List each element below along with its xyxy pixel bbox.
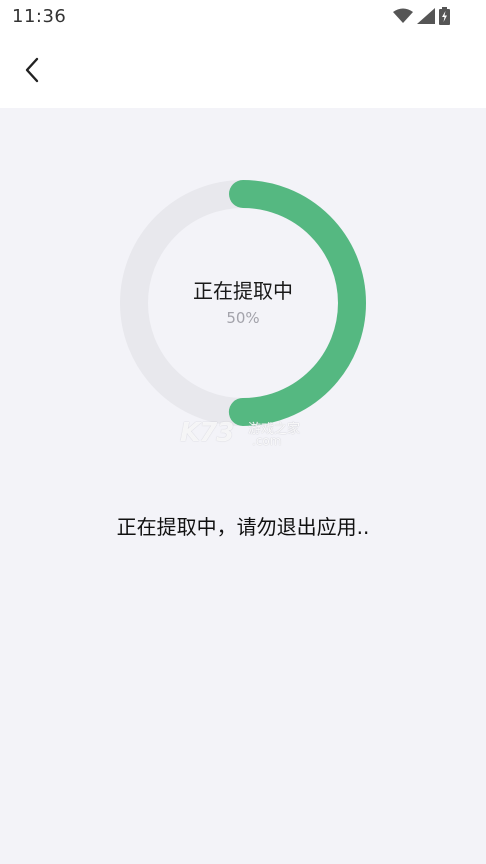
battery-charging-icon (439, 7, 450, 25)
status-icons (393, 6, 450, 26)
progress-percent: 50% (226, 309, 260, 327)
wifi-icon (393, 8, 413, 23)
watermark-brand: K73 (180, 418, 234, 448)
status-time: 11:36 (12, 6, 67, 27)
back-button[interactable] (14, 50, 50, 90)
extraction-progress: 正在提取中 50% (118, 178, 368, 428)
chevron-left-icon (25, 57, 39, 83)
cellular-signal-icon (417, 8, 435, 24)
app-bar (0, 34, 486, 108)
content-area: 正在提取中 50% K73 游戏之家 .com 正在提取中，请勿退出应用.. (0, 108, 486, 864)
status-bar: 11:36 (0, 0, 486, 34)
progress-title: 正在提取中 (193, 279, 293, 303)
k73-watermark-logo: K73 游戏之家 .com (180, 414, 310, 454)
extraction-message: 正在提取中，请勿退出应用.. (116, 515, 370, 539)
watermark-domain: .com (252, 434, 282, 448)
